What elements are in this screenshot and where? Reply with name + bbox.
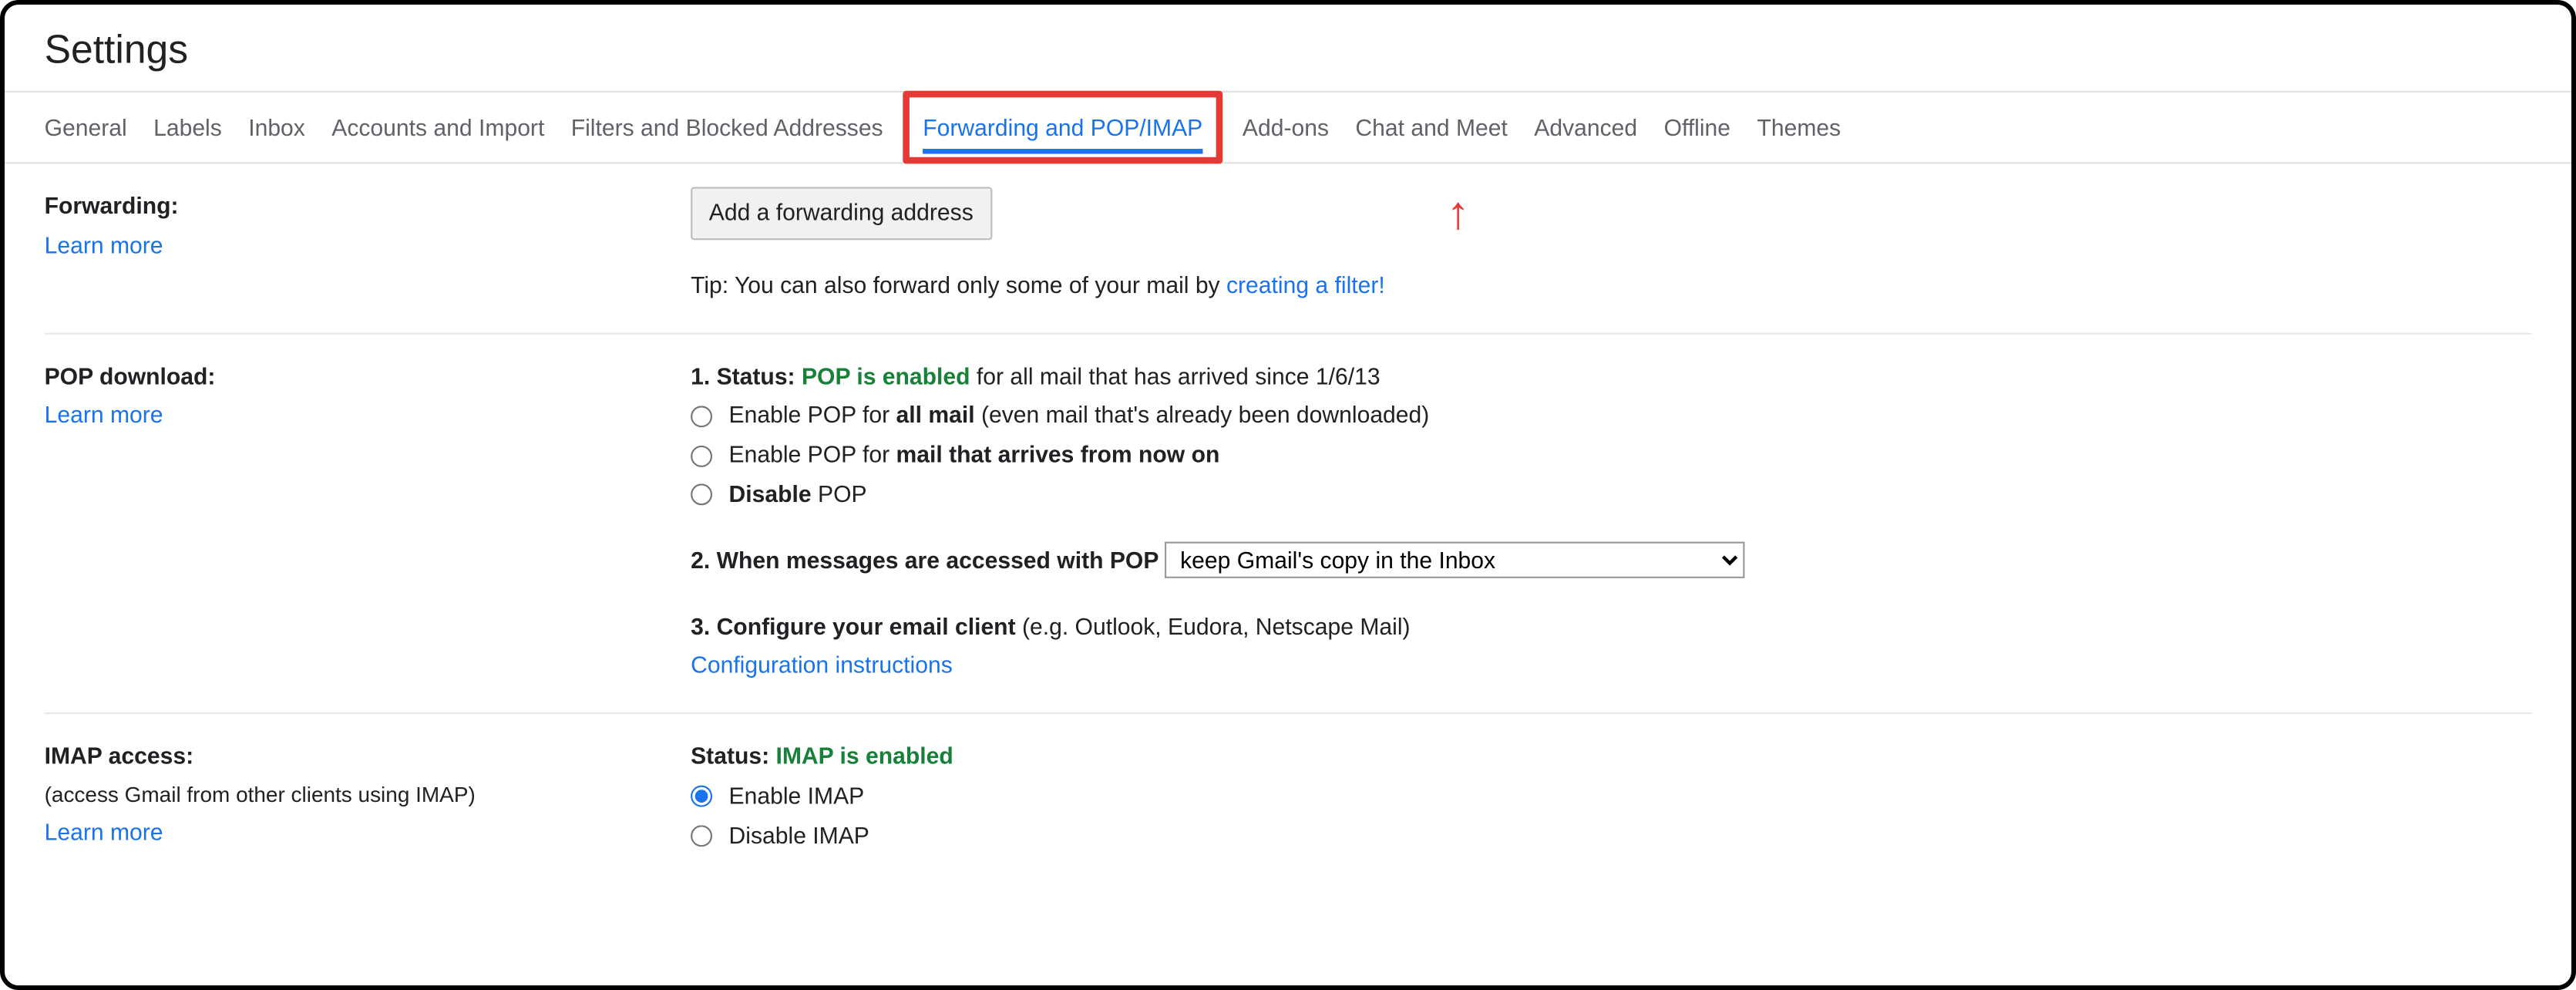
imap-option-disable[interactable]: Disable IMAP xyxy=(691,817,2531,856)
pop-status-value: POP is enabled xyxy=(802,362,970,389)
pop-status-suffix: for all mail that has arrived since 1/6/… xyxy=(970,362,1380,389)
tab-offline[interactable]: Offline xyxy=(1664,91,1730,164)
tab-advanced[interactable]: Advanced xyxy=(1534,91,1637,164)
pop-action-select[interactable]: keep Gmail's copy in the Inbox xyxy=(1165,541,1746,578)
imap-enable-label: Enable IMAP xyxy=(729,777,865,817)
add-forwarding-address-button[interactable]: Add a forwarding address xyxy=(691,187,991,240)
section-pop-download: POP download: Learn more 1. Status: POP … xyxy=(45,334,2532,715)
pop-opt3-label: Disable POP xyxy=(729,476,867,515)
pop-status-line: 1. Status: POP is enabled for all mail t… xyxy=(691,357,2531,396)
imap-status-prefix: Status: xyxy=(691,742,775,769)
tab-themes[interactable]: Themes xyxy=(1757,91,1841,164)
imap-radio-enable[interactable] xyxy=(691,786,712,807)
imap-subtext: (access Gmail from other clients using I… xyxy=(45,777,691,814)
pop-status-prefix: 1. Status: xyxy=(691,362,802,389)
tab-labels[interactable]: Labels xyxy=(153,91,222,164)
annotation-highlight-box: Forwarding and POP/IMAP xyxy=(903,91,1222,164)
section-imap-access: IMAP access: (access Gmail from other cl… xyxy=(45,715,2532,883)
pop-when-accessed-row: 2. When messages are accessed with POP k… xyxy=(691,541,2531,581)
imap-learn-more-link[interactable]: Learn more xyxy=(45,819,163,845)
pop-opt2-label: Enable POP for mail that arrives from no… xyxy=(729,436,1220,475)
pop-opt1-label: Enable POP for all mail (even mail that'… xyxy=(729,396,1430,436)
tab-chat-and-meet[interactable]: Chat and Meet xyxy=(1355,91,1507,164)
imap-disable-label: Disable IMAP xyxy=(729,817,869,856)
tab-accounts-and-import[interactable]: Accounts and Import xyxy=(331,91,544,164)
imap-radio-disable[interactable] xyxy=(691,826,712,847)
creating-a-filter-link[interactable]: creating a filter! xyxy=(1226,271,1385,298)
tab-general[interactable]: General xyxy=(45,91,127,164)
imap-status-line: Status: IMAP is enabled xyxy=(691,738,2531,777)
pop-option-disable[interactable]: Disable POP xyxy=(691,476,2531,515)
pop-learn-more-link[interactable]: Learn more xyxy=(45,402,163,428)
pop-radio-all-mail[interactable] xyxy=(691,406,712,427)
forwarding-heading: Forwarding: xyxy=(45,187,691,227)
forwarding-learn-more-link[interactable]: Learn more xyxy=(45,231,163,258)
forwarding-tip-prefix: Tip: You can also forward only some of y… xyxy=(691,271,1226,298)
section-forwarding: Forwarding: Learn more Add a forwarding … xyxy=(45,163,2532,334)
pop-option-from-now-on[interactable]: Enable POP for mail that arrives from no… xyxy=(691,436,2531,475)
tab-addons[interactable]: Add-ons xyxy=(1243,91,1329,164)
pop-heading: POP download: xyxy=(45,357,691,396)
annotation-arrow-up-icon: ↑ xyxy=(1447,190,1470,237)
settings-tabbar: General Labels Inbox Accounts and Import… xyxy=(5,91,2571,164)
pop-radio-from-now-on[interactable] xyxy=(691,445,712,466)
pop-q3-suffix: (e.g. Outlook, Eudora, Netscape Mail) xyxy=(1016,612,1411,638)
imap-status-value: IMAP is enabled xyxy=(775,742,953,769)
imap-heading: IMAP access: xyxy=(45,738,691,777)
pop-q2-label: 2. When messages are accessed with POP xyxy=(691,547,1159,573)
tab-forwarding-pop-imap[interactable]: Forwarding and POP/IMAP xyxy=(923,91,1202,164)
pop-configure-client-row: 3. Configure your email client (e.g. Out… xyxy=(691,608,2531,647)
imap-option-enable[interactable]: Enable IMAP xyxy=(691,777,2531,817)
tab-inbox[interactable]: Inbox xyxy=(248,91,305,164)
forwarding-tip-text: Tip: You can also forward only some of y… xyxy=(691,266,2531,305)
tab-filters[interactable]: Filters and Blocked Addresses xyxy=(571,91,883,164)
page-title: Settings xyxy=(5,5,2571,91)
configuration-instructions-link[interactable]: Configuration instructions xyxy=(691,652,953,678)
pop-q3-bold: 3. Configure your email client xyxy=(691,612,1016,638)
pop-option-all-mail[interactable]: Enable POP for all mail (even mail that'… xyxy=(691,396,2531,436)
pop-radio-disable[interactable] xyxy=(691,484,712,506)
